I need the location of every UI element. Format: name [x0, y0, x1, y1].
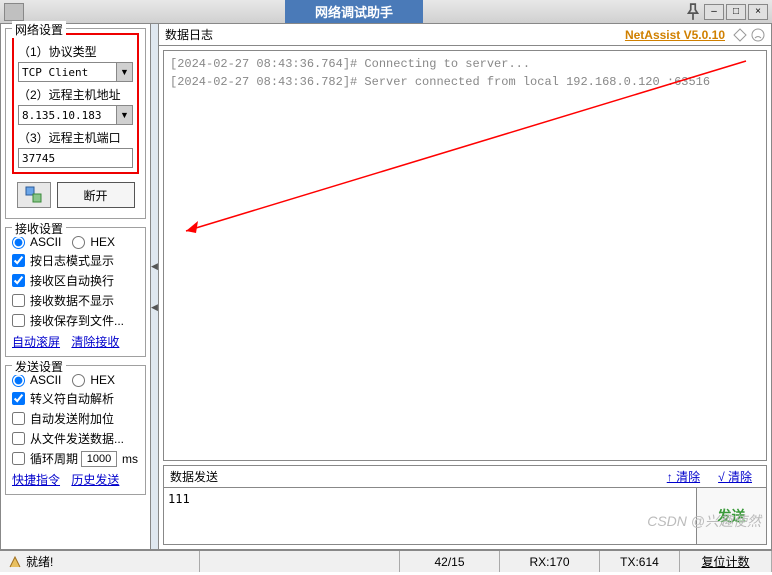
status-tx: TX:614 — [620, 555, 659, 569]
app-icon — [4, 3, 24, 21]
receive-settings-title: 接收设置 — [12, 220, 66, 237]
statusbar: 就绪! 42/15 RX:170 TX:614 复位计数 — [0, 550, 772, 572]
network-settings-group: 网络设置 （1）协议类型 ▼ （2）远程主机地址 ▼ （3）远程主机端口 — [5, 28, 146, 219]
titlebar: 网络调试助手 – □ × — [0, 0, 772, 24]
recv-opt-1[interactable] — [12, 274, 25, 287]
remote-port-label: （3）远程主机端口 — [18, 129, 133, 146]
chevron-left-icon: ◀ — [151, 261, 158, 272]
brand-link[interactable]: NetAssist V5.0.10 — [625, 28, 725, 42]
clear-confirm-link[interactable]: √ 清除 — [718, 468, 752, 485]
clear-receive-link[interactable]: 清除接收 — [71, 335, 119, 349]
recv-opt-2[interactable] — [12, 294, 25, 307]
status-counter: 42/15 — [434, 555, 464, 569]
send-opt-3[interactable] — [12, 452, 25, 465]
disconnect-button[interactable]: 断开 — [57, 182, 135, 208]
log-title: 数据日志 — [165, 26, 213, 43]
send-opt-2[interactable] — [12, 432, 25, 445]
send-opt-1[interactable] — [12, 412, 25, 425]
protocol-label: （1）协议类型 — [18, 43, 133, 60]
remote-port-input[interactable] — [18, 148, 133, 168]
send-opt-0[interactable] — [12, 392, 25, 405]
log-line: [2024-02-27 08:43:36.782]# Server connec… — [170, 75, 760, 89]
right-panel: 数据日志 NetAssist V5.0.10 [2024-02-27 08:43… — [159, 24, 771, 549]
log-header: 数据日志 NetAssist V5.0.10 — [159, 24, 771, 46]
protocol-select[interactable] — [18, 62, 133, 82]
window-title: 网络调试助手 — [285, 0, 423, 23]
send-hex-radio[interactable] — [72, 374, 85, 387]
left-panel: 网络设置 （1）协议类型 ▼ （2）远程主机地址 ▼ （3）远程主机端口 — [1, 24, 151, 549]
network-settings-title: 网络设置 — [12, 21, 66, 38]
chevron-left-icon: ◀ — [151, 302, 158, 313]
recv-opt-3[interactable] — [12, 314, 25, 327]
send-header-title: 数据发送 — [170, 468, 218, 485]
recv-hex-radio[interactable] — [72, 236, 85, 249]
ready-icon — [8, 555, 22, 569]
recv-ascii-radio[interactable] — [12, 236, 25, 249]
minimize-button[interactable]: – — [704, 4, 724, 20]
recv-opt-0[interactable] — [12, 254, 25, 267]
log-line: [2024-02-27 08:43:36.764]# Connecting to… — [170, 57, 760, 71]
status-ready: 就绪! — [26, 553, 53, 570]
close-button[interactable]: × — [748, 4, 768, 20]
pin-icon[interactable] — [684, 3, 702, 21]
send-input[interactable] — [164, 488, 696, 544]
clear-send-link[interactable]: ↑ 清除 — [667, 468, 700, 485]
status-rx: RX:170 — [529, 555, 569, 569]
log-textarea[interactable]: [2024-02-27 08:43:36.764]# Connecting to… — [163, 50, 767, 461]
highlighted-settings: （1）协议类型 ▼ （2）远程主机地址 ▼ （3）远程主机端口 — [12, 33, 139, 174]
remote-host-label: （2）远程主机地址 — [18, 86, 133, 103]
status-reset[interactable]: 复位计数 — [701, 553, 749, 570]
send-ascii-radio[interactable] — [12, 374, 25, 387]
vertical-splitter[interactable]: ◀ ◀ — [151, 24, 159, 549]
sad-face-icon[interactable] — [751, 28, 765, 42]
diamond-icon[interactable] — [733, 28, 747, 42]
send-settings-group: 发送设置 ASCII HEX 转义符自动解析 自动发送附加位 从文件发送数据..… — [5, 365, 146, 495]
quick-command-link[interactable]: 快捷指令 — [12, 473, 60, 487]
receive-settings-group: 接收设置 ASCII HEX 按日志模式显示 接收区自动换行 接收数据不显示 接… — [5, 227, 146, 357]
remote-host-input[interactable] — [18, 105, 133, 125]
network-icon — [25, 186, 43, 204]
send-settings-title: 发送设置 — [12, 358, 66, 375]
send-header: 数据发送 ↑ 清除 √ 清除 — [163, 465, 767, 487]
history-send-link[interactable]: 历史发送 — [71, 473, 119, 487]
annotation-arrow — [176, 51, 766, 451]
cycle-period-input[interactable] — [81, 451, 117, 467]
maximize-button[interactable]: □ — [726, 4, 746, 20]
auto-scroll-link[interactable]: 自动滚屏 — [12, 335, 60, 349]
connection-icon-button[interactable] — [17, 182, 51, 208]
send-button[interactable]: 发送 — [696, 488, 766, 544]
